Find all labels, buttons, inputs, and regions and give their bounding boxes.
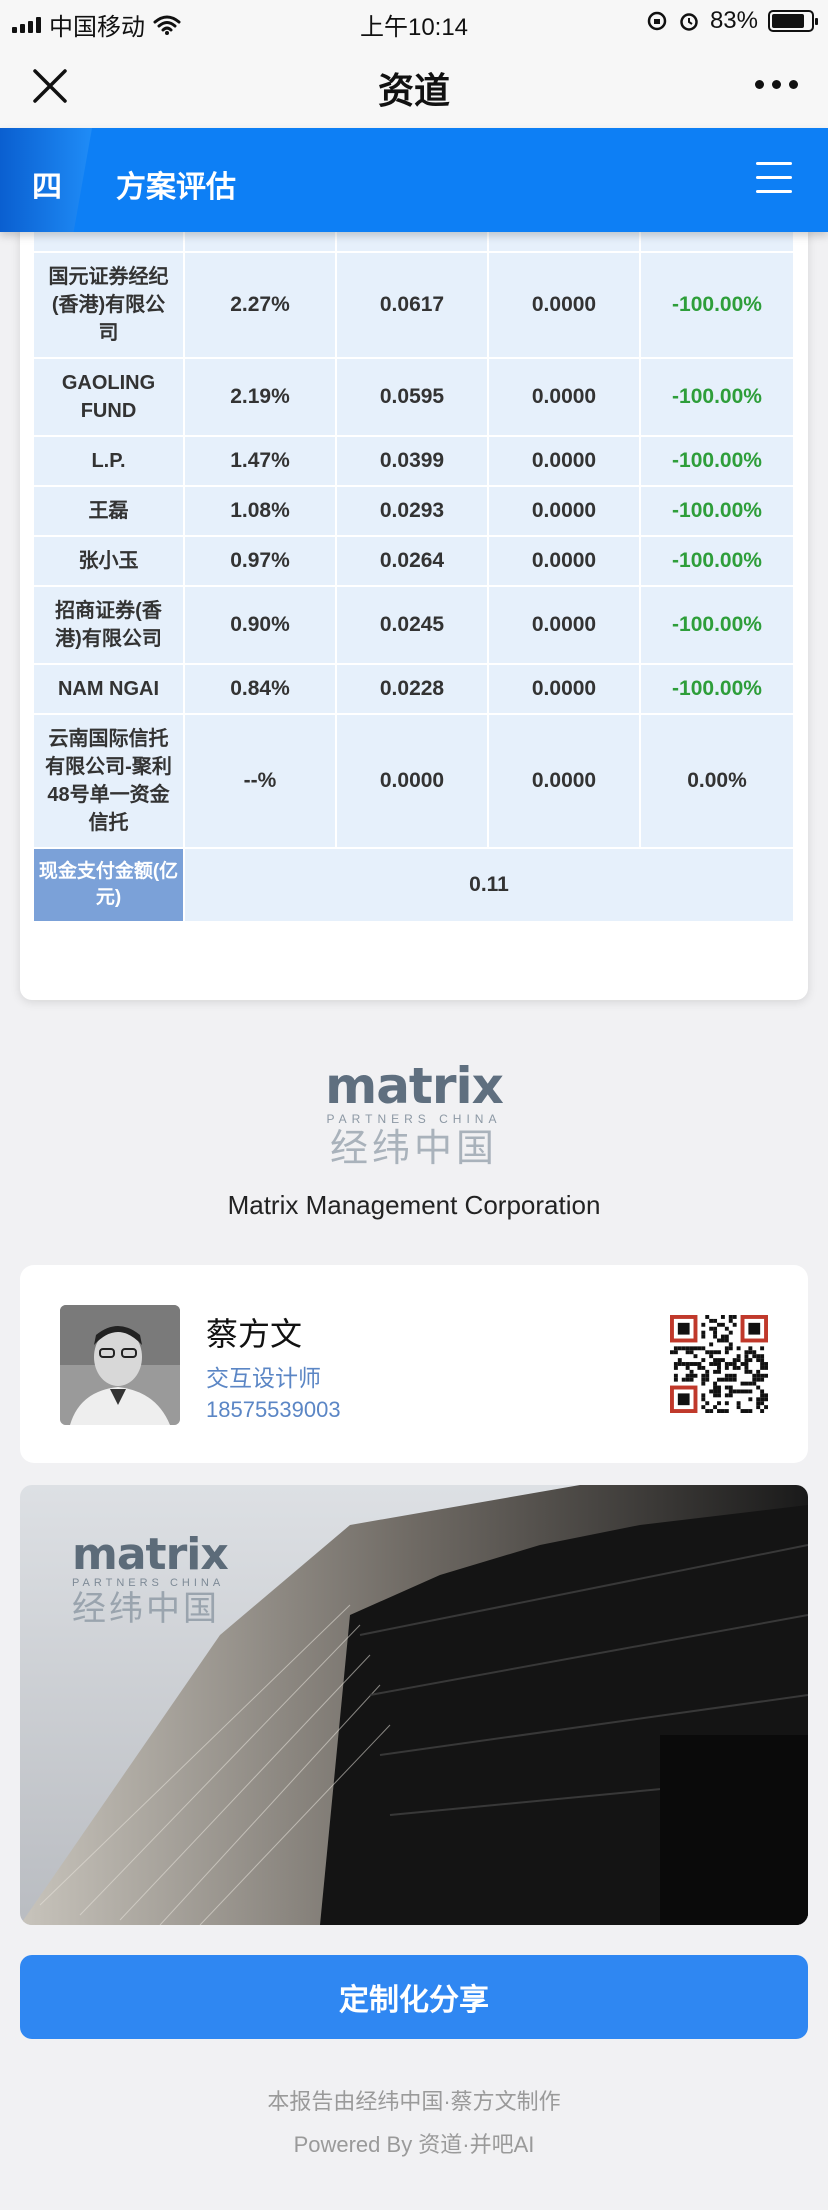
- matrix-logo: matrix PARTNERS CHINA 经纬中国: [0, 1060, 828, 1170]
- battery-percent: 83%: [709, 7, 758, 34]
- profile-card: 蔡方文 交互设计师 18575539003: [20, 1265, 808, 1463]
- banner-logo-brand: matrix: [72, 1529, 229, 1580]
- value-cell: 0.0595: [336, 358, 489, 437]
- value-cell: 0.0000: [488, 436, 641, 487]
- profile-phone[interactable]: 18575539003: [206, 1397, 341, 1423]
- table-row: 国元证券经纪(香港)有限公司 2.27% 0.0617 0.0000 -100.00%: [34, 252, 795, 359]
- value-cell: -100.00%: [640, 252, 795, 359]
- more-icon[interactable]: [755, 80, 798, 89]
- summary-row: 现金支付金额(亿元) 0.11: [34, 848, 795, 923]
- holder-name-cell: 国元证券经纪(香港)有限公司: [34, 252, 185, 359]
- value-cell: 0.90%: [184, 586, 337, 665]
- value-cell: 1.47%: [184, 436, 337, 487]
- value-cell: 2.19%: [184, 358, 337, 437]
- value-cell: 1.08%: [184, 486, 337, 537]
- section-title: 方案评估: [116, 171, 236, 204]
- profile-name: 蔡方文: [206, 1316, 303, 1352]
- value-cell: 0.0399: [336, 436, 489, 487]
- alarm-icon: [680, 13, 698, 31]
- building-banner: matrix PARTNERS CHINA 经纬中国: [20, 1485, 808, 1925]
- menu-icon[interactable]: [756, 162, 792, 198]
- value-cell: -100.00%: [640, 586, 795, 665]
- banner-logo-cn: 经纬中国: [72, 1590, 220, 1628]
- status-bar: 中国移动 上午10:14 83%: [0, 0, 828, 42]
- value-cell: 0.00%: [640, 714, 795, 849]
- value-cell: 0.0000: [488, 252, 641, 359]
- logo-brand: matrix: [325, 1057, 504, 1115]
- section-number: 四: [32, 171, 62, 204]
- value-cell: 2.27%: [184, 252, 337, 359]
- shareholder-table-card: TIME GROUP LIMITED2.33%0.06330.0000-100.…: [20, 200, 808, 1000]
- table-row: 王磊 1.08% 0.0293 0.0000 -100.00%: [34, 486, 795, 537]
- holder-name-cell: 招商证券(香港)有限公司: [34, 586, 185, 665]
- logo-cn: 经纬中国: [329, 1128, 498, 1170]
- value-cell: 0.0000: [488, 486, 641, 537]
- banner-logo-tagline: PARTNERS CHINA: [72, 1577, 225, 1589]
- value-cell: -100.00%: [640, 436, 795, 487]
- battery-icon: [768, 10, 818, 32]
- holder-name-cell: L.P.: [34, 436, 185, 487]
- table-row: 张小玉 0.97% 0.0264 0.0000 -100.00%: [34, 536, 795, 587]
- holder-name-cell: 张小玉: [34, 536, 185, 587]
- value-cell: 0.0617: [336, 252, 489, 359]
- orientation-lock-icon: [647, 11, 667, 31]
- value-cell: 0.0228: [336, 664, 489, 715]
- nav-bar: 资道: [0, 42, 828, 128]
- qr-code-icon[interactable]: [670, 1315, 768, 1413]
- value-cell: 0.0264: [336, 536, 489, 587]
- value-cell: 0.0245: [336, 586, 489, 665]
- table-row: L.P. 1.47% 0.0399 0.0000 -100.00%: [34, 436, 795, 487]
- holder-name-cell: 王磊: [34, 486, 185, 537]
- value-cell: -100.00%: [640, 358, 795, 437]
- table-row: 云南国际信托有限公司-聚利48号单一资金信托 --% 0.0000 0.0000 0.0…: [34, 714, 795, 849]
- footer-credit: 本报告由经纬中国·蔡方文制作: [267, 2089, 561, 2114]
- value-cell: -100.00%: [640, 664, 795, 715]
- value-cell: 0.0000: [488, 358, 641, 437]
- value-cell: 0.0000: [488, 714, 641, 849]
- footer-powered-by: Powered By 资道·并吧AI: [293, 2132, 535, 2157]
- status-right: 83%: [646, 7, 818, 35]
- value-cell: 0.84%: [184, 664, 337, 715]
- company-name: Matrix Management Corporation: [227, 1190, 601, 1220]
- holder-name-cell: NAM NGAI: [34, 664, 185, 715]
- table-row: GAOLING FUND 2.19% 0.0595 0.0000 -100.00%: [34, 358, 795, 437]
- table-row: 招商证券(香港)有限公司 0.90% 0.0245 0.0000 -100.00%: [34, 586, 795, 665]
- section-header: 四 方案评估: [0, 128, 828, 232]
- banner-logo: matrix PARTNERS CHINA 经纬中国: [72, 1529, 229, 1629]
- summary-label: 现金支付金额(亿元): [34, 848, 185, 923]
- holder-name-cell: 云南国际信托有限公司-聚利48号单一资金信托: [34, 714, 185, 849]
- value-cell: -100.00%: [640, 486, 795, 537]
- shareholder-table: TIME GROUP LIMITED2.33%0.06330.0000-100.…: [34, 200, 795, 923]
- page-title: 资道: [377, 70, 450, 111]
- logo-tagline: PARTNERS CHINA: [326, 1112, 502, 1126]
- value-cell: 0.0000: [336, 714, 489, 849]
- value-cell: 0.0293: [336, 486, 489, 537]
- profile-role: 交互设计师: [206, 1365, 321, 1391]
- value-cell: 0.0000: [488, 664, 641, 715]
- value-cell: -100.00%: [640, 536, 795, 587]
- holder-name-cell: GAOLING FUND: [34, 358, 185, 437]
- avatar: [60, 1305, 180, 1425]
- summary-value: 0.11: [184, 848, 795, 923]
- table-wrap: TIME GROUP LIMITED2.33%0.06330.0000-100.…: [34, 200, 795, 923]
- value-cell: --%: [184, 714, 337, 849]
- table-row: NAM NGAI 0.84% 0.0228 0.0000 -100.00%: [34, 664, 795, 715]
- value-cell: 0.0000: [488, 586, 641, 665]
- custom-share-button[interactable]: 定制化分享: [20, 1955, 808, 2039]
- value-cell: 0.97%: [184, 536, 337, 587]
- value-cell: 0.0000: [488, 536, 641, 587]
